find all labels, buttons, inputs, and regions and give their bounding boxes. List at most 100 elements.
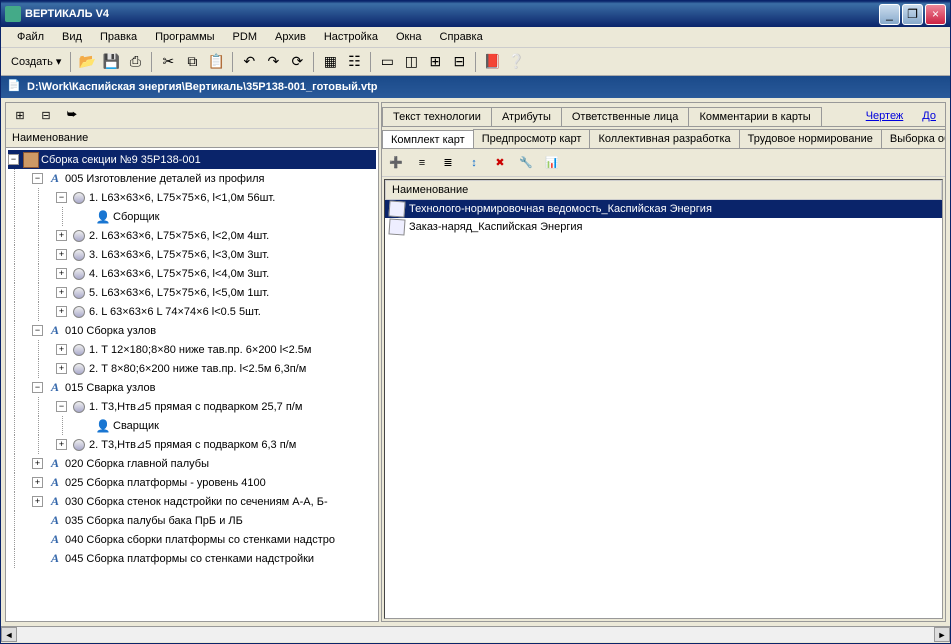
tree-row[interactable]: −A015 Сварка узлов [8,378,376,397]
menu-item[interactable]: Вид [54,29,90,45]
menu-item[interactable]: Архив [267,29,314,45]
add-icon[interactable]: ➕ [385,152,407,174]
tree-row[interactable]: +2. L63×63×6, L75×75×6, l<2,0м 4шт. [8,226,376,245]
menu-item[interactable]: Программы [147,29,222,45]
report-icon[interactable]: 📊 [541,152,563,174]
refresh-icon[interactable]: ⟳ [286,51,308,73]
expand-icon[interactable]: + [56,249,67,260]
tree-row[interactable]: +4. L63×63×6, L75×75×6, l<4,0м 3шт. [8,264,376,283]
tree-row[interactable]: +A020 Сборка главной палубы [8,454,376,473]
sub-tab[interactable]: Выборка объ [881,129,945,148]
minimize-button[interactable]: _ [879,4,900,25]
tree-tool2-icon[interactable]: ⊟ [34,105,58,127]
tab-link[interactable]: До [912,107,946,126]
tab[interactable]: Ответственные лица [561,107,690,126]
tree-row[interactable]: −1. L63×63×6, L75×75×6, l<1,0м 56шт. [8,188,376,207]
horizontal-scrollbar[interactable]: ◄ ► [1,626,950,642]
help-icon[interactable]: ❔ [505,51,527,73]
tree-row[interactable]: −Сборка секции №9 35Р138-001 [8,150,376,169]
undo-icon[interactable]: ↶ [238,51,260,73]
tree-row[interactable]: +6. L 63×63×6 L 74×74×6 l<0.5 5шт. [8,302,376,321]
list1-icon[interactable]: ≡ [411,152,433,174]
right-column-header[interactable]: Наименование [385,180,942,200]
win4-icon[interactable]: ⊟ [448,51,470,73]
list2-icon[interactable]: ≣ [437,152,459,174]
db-icon[interactable]: ☷ [343,51,365,73]
win3-icon[interactable]: ⊞ [424,51,446,73]
expand-icon[interactable]: − [32,325,43,336]
tree-tool3-icon[interactable]: ⮩ [60,105,84,127]
tab-link[interactable]: Чертеж [856,107,914,126]
expand-icon[interactable]: + [56,439,67,450]
expand-icon[interactable]: + [56,287,67,298]
book-icon[interactable]: 📕 [481,51,503,73]
expand-icon[interactable]: + [56,268,67,279]
sub-tab[interactable]: Трудовое нормирование [739,129,882,148]
expand-icon[interactable]: + [56,230,67,241]
cut-icon[interactable]: ✂ [157,51,179,73]
tree-row[interactable]: +A025 Сборка платформы - уровень 4100 [8,473,376,492]
win2-icon[interactable]: ◫ [400,51,422,73]
expand-icon[interactable]: + [56,363,67,374]
sub-tab[interactable]: Предпросмотр карт [473,129,591,148]
expand-icon[interactable]: − [32,173,43,184]
sub-tab[interactable]: Коллективная разработка [589,129,739,148]
tab[interactable]: Комментарии в карты [688,107,821,126]
restore-button[interactable]: ❐ [902,4,923,25]
tree-row[interactable]: −1. Т3,Нтв⊿5 прямая с подварком 25,7 п/м [8,397,376,416]
expand-icon[interactable]: + [32,458,43,469]
tree-row[interactable]: +2. Т 8×80;6×200 ниже тав.пр. l<2.5м 6,3… [8,359,376,378]
create-button[interactable]: Создать ▾ [7,53,65,70]
menu-item[interactable]: Файл [9,29,52,45]
operation-icon [71,190,87,206]
menu-item[interactable]: PDM [225,29,265,45]
move-icon[interactable]: ↕ [463,152,485,174]
expand-icon[interactable]: + [32,496,43,507]
tree-row[interactable]: +A030 Сборка стенок надстройки по сечени… [8,492,376,511]
menu-item[interactable]: Окна [388,29,430,45]
close-button[interactable]: × [925,4,946,25]
tab[interactable]: Атрибуты [491,107,562,126]
copy-icon[interactable]: ⧉ [181,51,203,73]
open-icon[interactable]: 📂 [76,51,98,73]
expand-icon[interactable]: − [56,401,67,412]
document-list[interactable]: Наименование Технолого-нормировочная вед… [384,179,943,619]
tree-row[interactable]: −A010 Сборка узлов [8,321,376,340]
tree-row[interactable]: 👤Сборщик [8,207,376,226]
menu-item[interactable]: Настройка [316,29,386,45]
tab[interactable]: Текст технологии [382,107,492,126]
grid-icon[interactable]: ▦ [319,51,341,73]
expand-icon[interactable]: − [8,154,19,165]
tree-row[interactable]: A045 Сборка платформы со стенками надстр… [8,549,376,568]
tree-row[interactable]: 👤Сварщик [8,416,376,435]
list-item[interactable]: Технолого-нормировочная ведомость_Каспий… [385,200,942,218]
delete-icon[interactable]: ✖ [489,152,511,174]
tree-row[interactable]: A035 Сборка палубы бака ПрБ и ЛБ [8,511,376,530]
win1-icon[interactable]: ▭ [376,51,398,73]
tree-row[interactable]: −A005 Изготовление деталей из профиля [8,169,376,188]
process-tree[interactable]: −Сборка секции №9 35Р138-001−A005 Изгото… [6,148,378,621]
expand-icon[interactable]: + [56,306,67,317]
expand-icon[interactable]: − [56,192,67,203]
expand-icon[interactable]: + [56,344,67,355]
tree-row[interactable]: A040 Сборка сборки платформы со стенками… [8,530,376,549]
redo-icon[interactable]: ↷ [262,51,284,73]
tree-row[interactable]: +5. L63×63×6, L75×75×6, l<5,0м 1шт. [8,283,376,302]
saveall-icon[interactable]: ⎙ [124,51,146,73]
tree-row[interactable]: +3. L63×63×6, L75×75×6, l<3,0м 3шт. [8,245,376,264]
tree-tool1-icon[interactable]: ⊞ [8,105,32,127]
save-icon[interactable]: 💾 [100,51,122,73]
scroll-right-icon[interactable]: ► [934,627,950,642]
config-icon[interactable]: 🔧 [515,152,537,174]
expand-icon[interactable]: + [32,477,43,488]
list-item[interactable]: Заказ-наряд_Каспийская Энергия [385,218,942,236]
expand-icon[interactable]: − [32,382,43,393]
left-column-header[interactable]: Наименование [6,129,378,148]
tree-row[interactable]: +1. Т 12×180;8×80 ниже тав.пр. 6×200 l<2… [8,340,376,359]
sub-tab[interactable]: Комплект карт [382,130,474,149]
scroll-left-icon[interactable]: ◄ [1,627,17,642]
paste-icon[interactable]: 📋 [205,51,227,73]
menu-item[interactable]: Правка [92,29,145,45]
tree-row[interactable]: +2. Т3,Нтв⊿5 прямая с подварком 6,3 п/м [8,435,376,454]
menu-item[interactable]: Справка [432,29,491,45]
